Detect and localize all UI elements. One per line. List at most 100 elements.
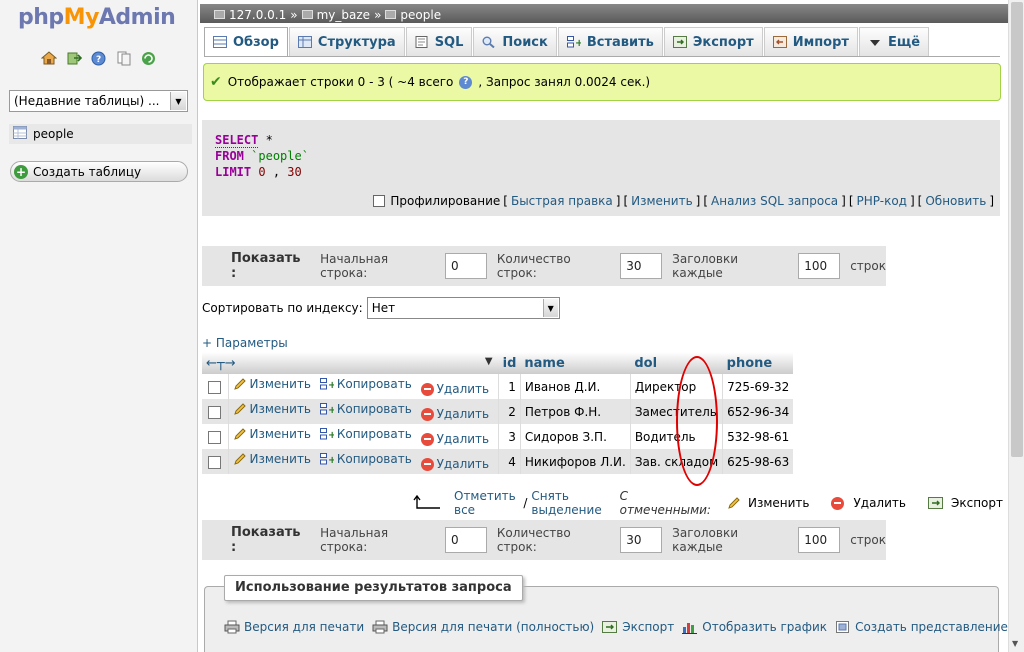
profiling-checkbox[interactable] bbox=[373, 195, 386, 207]
tab-structure[interactable]: Структура bbox=[288, 27, 405, 56]
chevron-down-icon: ▼ bbox=[542, 299, 558, 317]
cell-id[interactable]: 1 bbox=[498, 374, 521, 399]
show-button[interactable]: Показать : bbox=[231, 525, 310, 555]
recent-tables-select[interactable]: (Недавние таблицы) ... ▼ bbox=[9, 90, 188, 112]
row-checkbox[interactable] bbox=[208, 455, 222, 469]
results-table: ←┬→ ▼ id name dol phone Изменить + Копиро… bbox=[202, 352, 794, 474]
create-view-link[interactable]: Создать представление bbox=[835, 620, 1008, 634]
help-icon[interactable]: ? bbox=[459, 75, 473, 89]
reload-icon[interactable] bbox=[140, 50, 157, 66]
cell-name[interactable]: Никифоров Л.И. bbox=[519, 449, 631, 474]
repeat-headers-input[interactable]: 100 bbox=[798, 253, 841, 279]
create-table-button[interactable]: + Создать таблицу bbox=[10, 161, 188, 182]
tab-import[interactable]: Импорт bbox=[763, 27, 858, 56]
quick-edit-link[interactable]: Быстрая правка bbox=[511, 194, 613, 208]
tab-insert[interactable]: + Вставить bbox=[557, 27, 663, 56]
pencil-icon bbox=[233, 378, 247, 390]
delete-row-button[interactable]: Удалить bbox=[420, 407, 489, 421]
delete-row-button[interactable]: Удалить bbox=[420, 432, 489, 446]
print-view-link[interactable]: Версия для печати bbox=[224, 620, 364, 634]
row-count-input[interactable]: 30 bbox=[620, 253, 663, 279]
delete-selected-button[interactable]: Удалить bbox=[831, 496, 906, 510]
refresh-link[interactable]: Обновить bbox=[925, 194, 986, 208]
start-row-input[interactable]: 0 bbox=[444, 527, 487, 553]
main-content: 127.0.0.1 » my_baze » people Обзор Струк… bbox=[200, 0, 1008, 652]
column-header-phone[interactable]: phone bbox=[722, 352, 794, 374]
edit-row-button[interactable]: Изменить bbox=[233, 402, 311, 416]
cell-dol[interactable]: Водитель bbox=[629, 424, 723, 449]
start-row-input[interactable]: 0 bbox=[444, 253, 487, 279]
php-code-link[interactable]: PHP-код bbox=[857, 194, 907, 208]
column-header-dol[interactable]: dol bbox=[630, 352, 723, 374]
docs-icon[interactable] bbox=[115, 50, 132, 66]
exit-icon[interactable] bbox=[65, 50, 82, 66]
row-count-input[interactable]: 30 bbox=[620, 527, 663, 553]
tree-item-people[interactable]: people bbox=[9, 124, 192, 144]
cell-phone[interactable]: 625-98-63 bbox=[722, 449, 794, 474]
cell-id[interactable]: 4 bbox=[498, 449, 521, 474]
row-checkbox[interactable] bbox=[208, 430, 222, 444]
show-button[interactable]: Показать : bbox=[231, 251, 310, 281]
tab-search[interactable]: Поиск bbox=[473, 27, 557, 56]
cell-dol[interactable]: Директор bbox=[629, 374, 723, 399]
scroll-down-icon[interactable]: ▼ bbox=[1012, 639, 1018, 648]
delete-row-button[interactable]: Удалить bbox=[420, 457, 489, 471]
scrollbar-thumb[interactable] bbox=[1011, 2, 1023, 457]
delete-icon bbox=[831, 496, 845, 510]
copy-row-button[interactable]: + Копировать bbox=[319, 402, 412, 416]
vertical-scrollbar[interactable]: ▼ bbox=[1008, 0, 1024, 652]
check-all-link[interactable]: Отметить все bbox=[454, 489, 519, 517]
phpmyadmin-logo[interactable]: phpMyAdmin bbox=[18, 5, 176, 30]
edit-selected-button[interactable]: Изменить bbox=[727, 496, 809, 510]
home-icon[interactable] bbox=[40, 50, 57, 66]
copy-icon: + bbox=[319, 453, 336, 466]
tab-browse[interactable]: Обзор bbox=[204, 27, 288, 56]
tab-more[interactable]: Ещё bbox=[858, 27, 930, 56]
cell-name[interactable]: Сидоров З.П. bbox=[519, 424, 631, 449]
breadcrumb: 127.0.0.1 » my_baze » people bbox=[200, 4, 1008, 23]
tab-sql[interactable]: SQL bbox=[405, 27, 473, 56]
repeat-headers-input[interactable]: 100 bbox=[798, 527, 841, 553]
copy-row-button[interactable]: + Копировать bbox=[319, 452, 412, 466]
display-chart-link[interactable]: Отобразить график bbox=[682, 620, 827, 634]
column-header-name[interactable]: name bbox=[520, 352, 631, 374]
column-header-id[interactable]: id bbox=[498, 352, 521, 374]
sql-query: SELECT * FROM `people` LIMIT 0 , 30 bbox=[215, 133, 309, 179]
breadcrumb-database[interactable]: my_baze bbox=[317, 8, 370, 22]
edit-row-button[interactable]: Изменить bbox=[233, 377, 311, 391]
chevron-down-icon: ▼ bbox=[170, 92, 186, 110]
sort-index-select[interactable]: Нет ▼ bbox=[366, 297, 560, 319]
uncheck-all-link[interactable]: Снять выделение bbox=[531, 489, 615, 517]
help-icon[interactable]: ? bbox=[90, 50, 107, 66]
options-link[interactable]: + Параметры bbox=[202, 336, 288, 350]
print-view-full-link[interactable]: Версия для печати (полностью) bbox=[372, 620, 594, 634]
cell-phone[interactable]: 532-98-61 bbox=[722, 424, 794, 449]
cell-phone[interactable]: 725-69-32 bbox=[722, 374, 794, 399]
analyze-sql-link[interactable]: Анализ SQL запроса bbox=[711, 194, 838, 208]
row-checkbox[interactable] bbox=[208, 380, 222, 394]
edit-query-link[interactable]: Изменить bbox=[631, 194, 693, 208]
cell-id[interactable]: 3 bbox=[498, 424, 521, 449]
delete-row-button[interactable]: Удалить bbox=[420, 382, 489, 396]
delete-icon bbox=[420, 457, 434, 471]
breadcrumb-table[interactable]: people bbox=[400, 8, 441, 22]
cell-dol[interactable]: Зав. складом bbox=[629, 449, 723, 474]
copy-row-button[interactable]: + Копировать bbox=[319, 377, 412, 391]
edit-row-button[interactable]: Изменить bbox=[233, 427, 311, 441]
copy-row-button[interactable]: + Копировать bbox=[319, 427, 412, 441]
tab-export[interactable]: Экспорт bbox=[663, 27, 763, 56]
export-selected-button[interactable]: Экспорт bbox=[927, 496, 1003, 510]
column-resize-icon[interactable]: ←┬→ bbox=[206, 356, 236, 371]
cell-name[interactable]: Петров Ф.Н. bbox=[519, 399, 631, 424]
add-icon: + bbox=[14, 164, 28, 179]
cell-name[interactable]: Иванов Д.И. bbox=[519, 374, 631, 399]
row-checkbox[interactable] bbox=[208, 405, 222, 419]
edit-row-button[interactable]: Изменить bbox=[233, 452, 311, 466]
cell-id[interactable]: 2 bbox=[498, 399, 521, 424]
cell-phone[interactable]: 652-96-34 bbox=[722, 399, 794, 424]
column-menu-icon[interactable]: ▼ bbox=[485, 356, 493, 367]
export-results-link[interactable]: Экспорт bbox=[602, 620, 674, 634]
sql-query-box: SELECT * FROM `people` LIMIT 0 , 30 Проф… bbox=[202, 120, 1000, 216]
cell-dol[interactable]: Заместитель bbox=[629, 399, 723, 424]
breadcrumb-server[interactable]: 127.0.0.1 bbox=[229, 8, 286, 22]
